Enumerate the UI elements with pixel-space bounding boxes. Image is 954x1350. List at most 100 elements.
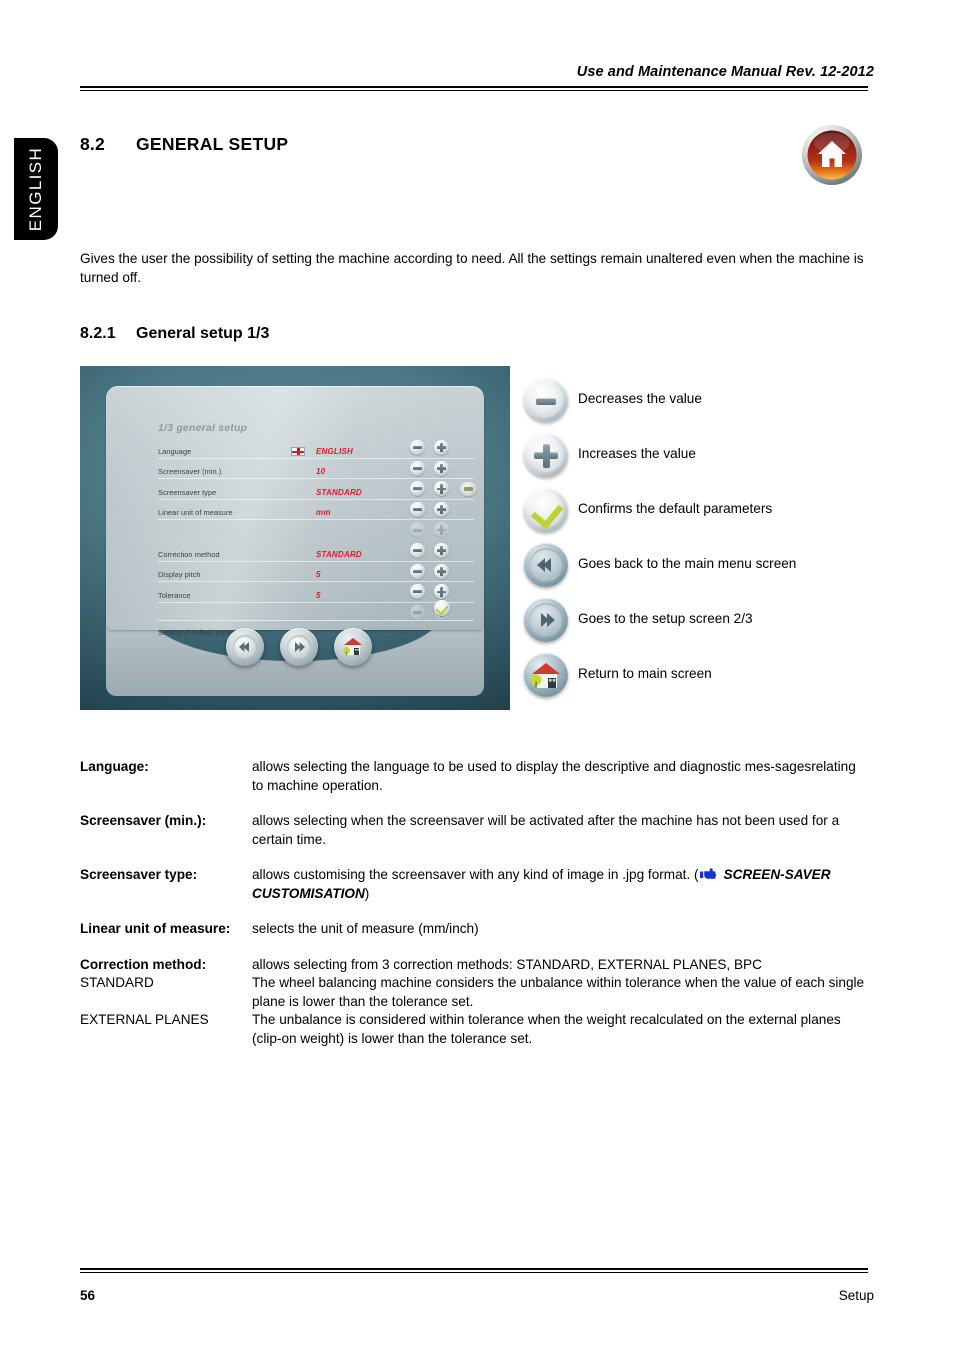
manual-header-title: Use and Maintenance Manual Rev. 12-2012 (576, 64, 874, 80)
definition-body-post: ) (364, 885, 370, 901)
setting-value: mm (316, 508, 331, 518)
definition-term: Linear unit of measure: (80, 921, 231, 936)
home-icon (801, 124, 863, 186)
setting-label: Correction method (158, 549, 220, 559)
back-arrow-button-icon (524, 543, 568, 587)
setting-row-correction-method: Correction method STANDARD (158, 542, 484, 564)
definition-body: allows selecting the language to be used… (252, 759, 856, 793)
definition-term: Screensaver (min.): (80, 813, 207, 828)
correction-method-external-planes: EXTERNAL PLANES The unbalance is conside… (80, 1011, 870, 1048)
legend-item-confirm: Confirms the default parameters (524, 488, 904, 543)
setting-row-spacer-1 (158, 522, 484, 543)
confirm-default-params-button[interactable] (434, 600, 450, 616)
screen-settings-list: Language ENGLISH Screensaver (min.) 10 S… (158, 440, 484, 625)
definition-body: The wheel balancing machine considers th… (252, 975, 865, 1009)
setting-label: Display pitch (158, 570, 201, 580)
setting-value: STANDARD (316, 487, 362, 497)
definition-screensaver-type: Screensaver type: allows customising the… (80, 866, 870, 903)
machine-screen-figure: 1/3 general setup Language ENGLISH Scree… (80, 366, 510, 710)
default-params-divider (158, 620, 474, 621)
setting-row-linear-unit: Linear unit of measure mm (158, 501, 484, 523)
definition-term: STANDARD (80, 975, 154, 990)
footer-divider (80, 1268, 868, 1273)
setting-value: ENGLISH (316, 446, 353, 456)
setting-value: 5 (316, 590, 321, 600)
setting-label: Language (158, 446, 192, 456)
definition-body: selects the unit of measure (mm/inch) (252, 921, 479, 936)
legend-label: Goes to the setup screen 2/3 (578, 611, 753, 626)
definition-term: Correction method: (80, 956, 207, 972)
machine-screen-panel: 1/3 general setup Language ENGLISH Scree… (106, 386, 484, 637)
definition-list: Language: allows selecting the language … (80, 758, 870, 1065)
decrease-button-disabled (410, 604, 425, 620)
plus-button-icon (524, 433, 568, 477)
decrease-button[interactable] (410, 501, 425, 517)
back-arrow-icon (239, 642, 249, 652)
screen-back-button[interactable] (226, 628, 264, 666)
screen-title: 1/3 general setup (158, 422, 248, 434)
decrease-button[interactable] (410, 584, 425, 600)
forward-arrow-icon (295, 642, 305, 652)
setting-label: Linear unit of measure (158, 508, 233, 518)
legend-list: Decreases the value Increases the value … (524, 378, 904, 708)
subsection-title: General setup 1/3 (136, 325, 270, 342)
setting-row-screensaver-minutes: Screensaver (min.) 10 (158, 460, 484, 482)
section-title: GENERAL SETUP (136, 134, 289, 154)
section-number: 8.2 (80, 134, 105, 154)
increase-button[interactable] (434, 501, 449, 517)
setting-label: Tolerance (158, 590, 191, 600)
definition-body: allows selecting when the screensaver wi… (252, 813, 840, 847)
legend-label: Return to main screen (578, 666, 712, 681)
page-number: 56 (80, 1288, 96, 1303)
screen-forward-button[interactable] (280, 628, 318, 666)
decrease-button[interactable] (410, 563, 425, 579)
footer-section-name: Setup (838, 1288, 874, 1303)
definition-term: EXTERNAL PLANES (80, 1012, 209, 1027)
decrease-button-disabled (410, 522, 425, 538)
increase-button[interactable] (434, 584, 449, 600)
legend-label: Goes back to the main menu screen (578, 556, 797, 571)
definition-linear-unit: Linear unit of measure: selects the unit… (80, 920, 870, 939)
legend-label: Confirms the default parameters (578, 501, 773, 516)
definition-language: Language: allows selecting the language … (80, 758, 870, 795)
decrease-button[interactable] (410, 542, 425, 558)
setting-label: Screensaver type (158, 487, 217, 497)
home-house-button-icon (524, 653, 568, 697)
definition-body: allows selecting from 3 correction metho… (252, 956, 762, 972)
definition-correction-method: Correction method: allows selecting from… (80, 956, 870, 1049)
screensaver-browse-button[interactable] (460, 482, 477, 497)
decrease-button[interactable] (410, 460, 425, 476)
decrease-button[interactable] (410, 481, 425, 497)
legend-item-increase: Increases the value (524, 433, 904, 488)
setting-row-language: Language ENGLISH (158, 440, 484, 461)
decrease-button[interactable] (410, 440, 425, 455)
definition-body: The unbalance is considered within toler… (252, 1012, 841, 1046)
increase-button[interactable] (434, 440, 449, 455)
legend-label: Increases the value (578, 446, 696, 461)
setting-value: 5 (316, 570, 321, 580)
language-side-tab: ENGLISH (14, 138, 58, 240)
definition-term: Language: (80, 759, 149, 774)
home-house-icon (342, 638, 362, 656)
increase-button[interactable] (434, 542, 449, 558)
england-flag-icon (291, 446, 305, 456)
setting-label: Screensaver (min.) (158, 467, 222, 477)
intro-paragraph: Gives the user the possibility of settin… (80, 251, 864, 285)
forward-arrow-button-icon (524, 598, 568, 642)
increase-button[interactable] (434, 481, 449, 497)
legend-item-forward: Goes to the setup screen 2/3 (524, 598, 904, 653)
setting-value: 10 (316, 467, 326, 477)
definition-screensaver-minutes: Screensaver (min.): allows selecting whe… (80, 812, 870, 849)
correction-method-main: Correction method: allows selecting from… (80, 956, 870, 975)
screen-home-button[interactable] (334, 628, 372, 666)
definition-body: allows customising the screensaver with … (252, 866, 870, 903)
increase-button[interactable] (434, 460, 449, 476)
subsection-number: 8.2.1 (80, 325, 116, 342)
language-side-tab-label: ENGLISH (26, 146, 45, 232)
increase-button[interactable] (434, 563, 449, 579)
legend-item-back: Goes back to the main menu screen (524, 543, 904, 598)
setting-row-display-pitch: Display pitch 5 (158, 563, 484, 585)
setting-value: STANDARD (316, 549, 362, 559)
legend-item-decrease: Decreases the value (524, 378, 904, 433)
increase-button-disabled (434, 522, 449, 538)
